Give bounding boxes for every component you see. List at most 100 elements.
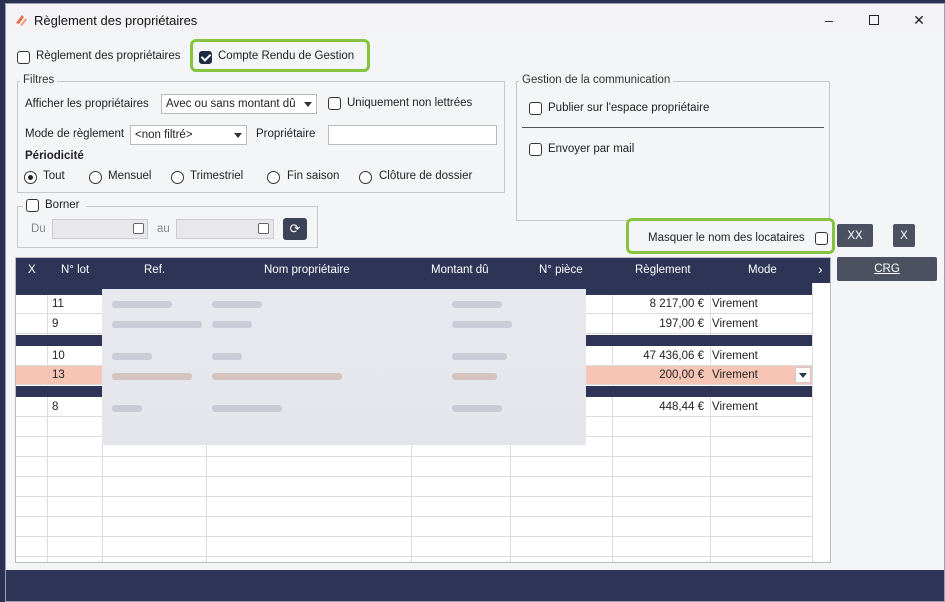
mode-reglement-value: <non filtré> (135, 129, 193, 141)
minimize-button[interactable]: – (809, 8, 849, 32)
col-nom-header[interactable]: Nom propriétaire (264, 264, 350, 276)
mode-dropdown-button[interactable] (795, 367, 811, 383)
redacted-text (452, 373, 497, 380)
col-x-header[interactable]: X (28, 264, 36, 276)
grid-header: X N° lot Ref. Nom propriétaire Montant d… (16, 258, 830, 283)
periodicite-cloture-radio[interactable] (359, 171, 372, 184)
title-bar: Règlement des propriétaires – ✕ (6, 4, 944, 36)
periodicite-trimestriel-label: Trimestriel (190, 170, 244, 182)
redacted-text (112, 373, 192, 380)
reglement-cell: 197,00 € (659, 318, 704, 330)
lot-cell: 9 (52, 318, 59, 330)
proprietaire-label: Propriétaire (256, 128, 316, 140)
borner-label: Borner (45, 199, 80, 211)
maximize-button[interactable] (854, 8, 894, 32)
col-piece-header[interactable]: N° pièce (539, 264, 583, 276)
envoyer-mail-label: Envoyer par mail (548, 143, 635, 155)
redacted-text (212, 321, 252, 328)
empty-row (16, 518, 812, 537)
redacted-text (112, 301, 172, 308)
proprietaire-input[interactable] (328, 125, 497, 145)
mode-cell: Virement (712, 350, 758, 362)
xx-button[interactable]: XX (837, 224, 873, 247)
maximize-icon (869, 15, 879, 25)
calendar-icon[interactable] (258, 223, 269, 234)
au-label: au (157, 223, 170, 235)
crg-label: Compte Rendu de Gestion (218, 50, 355, 62)
periodicite-tout-label: Tout (43, 170, 65, 182)
redacted-text (452, 321, 512, 328)
non-lettrees-label: Uniquement non lettrées (347, 97, 473, 109)
communication-divider (522, 127, 824, 128)
publier-label: Publier sur l'espace propriétaire (548, 102, 710, 114)
refresh-icon: ⟳ (289, 221, 301, 236)
reglement-cell: 47 436,06 € (643, 350, 704, 362)
periodicite-trimestriel-radio[interactable] (171, 171, 184, 184)
reglement-proprietaires-label: Règlement des propriétaires (36, 50, 181, 62)
empty-row (16, 458, 812, 477)
col-ref-header[interactable]: Ref. (144, 264, 165, 276)
reglement-proprietaires-checkbox[interactable] (17, 51, 30, 64)
mode-cell: Virement (712, 401, 758, 413)
periodicite-mensuel-radio[interactable] (89, 171, 102, 184)
periodicite-fin-saison-radio[interactable] (267, 171, 280, 184)
reglement-cell: 8 217,00 € (649, 298, 704, 310)
col-mode-header[interactable]: Mode (748, 264, 777, 276)
periodicite-fin-saison-label: Fin saison (287, 170, 340, 182)
redacted-text (112, 353, 152, 360)
redacted-area (102, 289, 586, 445)
crg-button[interactable]: CRG (837, 257, 937, 281)
col-reglement-header[interactable]: Règlement (635, 264, 691, 276)
empty-row (16, 538, 812, 557)
redacted-text (212, 301, 262, 308)
window-title: Règlement des propriétaires (34, 13, 198, 28)
x-button[interactable]: X (893, 224, 915, 247)
empty-row (16, 478, 812, 497)
redacted-text (452, 405, 502, 412)
envoyer-mail-checkbox[interactable] (529, 143, 542, 156)
mode-cell: Virement (712, 318, 758, 330)
reglements-grid: X N° lot Ref. Nom propriétaire Montant d… (15, 257, 831, 563)
afficher-value: Avec ou sans montant dû (166, 98, 296, 110)
dialog-window: Règlement des propriétaires – ✕ Règlemen… (5, 3, 945, 602)
redacted-text (212, 353, 242, 360)
mode-reglement-label: Mode de règlement (25, 128, 125, 140)
lot-cell: 11 (52, 298, 64, 310)
redacted-text (112, 405, 142, 412)
col-divider (812, 283, 813, 562)
afficher-select[interactable]: Avec ou sans montant dû (161, 94, 317, 114)
mode-cell: Virement (712, 298, 758, 310)
lot-cell: 8 (52, 401, 59, 413)
periodicite-label: Périodicité (25, 150, 84, 162)
status-footer (6, 570, 944, 601)
col-montant-header[interactable]: Montant dû (431, 264, 489, 276)
borner-checkbox[interactable] (26, 199, 39, 212)
chevron-down-icon (234, 133, 242, 138)
redacted-text (212, 373, 342, 380)
mode-reglement-select[interactable]: <non filtré> (130, 125, 247, 145)
chevron-down-icon (304, 102, 312, 107)
communication-title: Gestion de la communication (519, 74, 674, 86)
du-label: Du (31, 223, 46, 235)
publier-checkbox[interactable] (529, 102, 542, 115)
reglement-cell: 200,00 € (659, 369, 704, 381)
refresh-button[interactable]: ⟳ (283, 218, 307, 240)
filtres-title: Filtres (20, 74, 58, 86)
periodicite-tout-radio[interactable] (24, 171, 37, 184)
dialog-client-area: Règlement des propriétaires Compte Rendu… (6, 36, 944, 571)
periodicite-cloture-label: Clôture de dossier (379, 170, 473, 182)
afficher-label: Afficher les propriétaires (25, 98, 149, 110)
crg-checkbox[interactable] (199, 51, 212, 64)
scroll-right-icon[interactable]: › (818, 261, 823, 277)
close-button[interactable]: ✕ (899, 8, 939, 32)
masquer-checkbox[interactable] (815, 232, 828, 245)
lot-cell: 10 (52, 350, 65, 362)
calendar-icon[interactable] (133, 223, 144, 234)
redacted-text (452, 353, 507, 360)
redacted-text (112, 321, 202, 328)
col-lot-header[interactable]: N° lot (61, 264, 89, 276)
non-lettrees-checkbox[interactable] (328, 97, 341, 110)
lot-cell: 13 (52, 369, 65, 381)
redacted-text (212, 405, 282, 412)
reglement-cell: 448,44 € (659, 401, 704, 413)
